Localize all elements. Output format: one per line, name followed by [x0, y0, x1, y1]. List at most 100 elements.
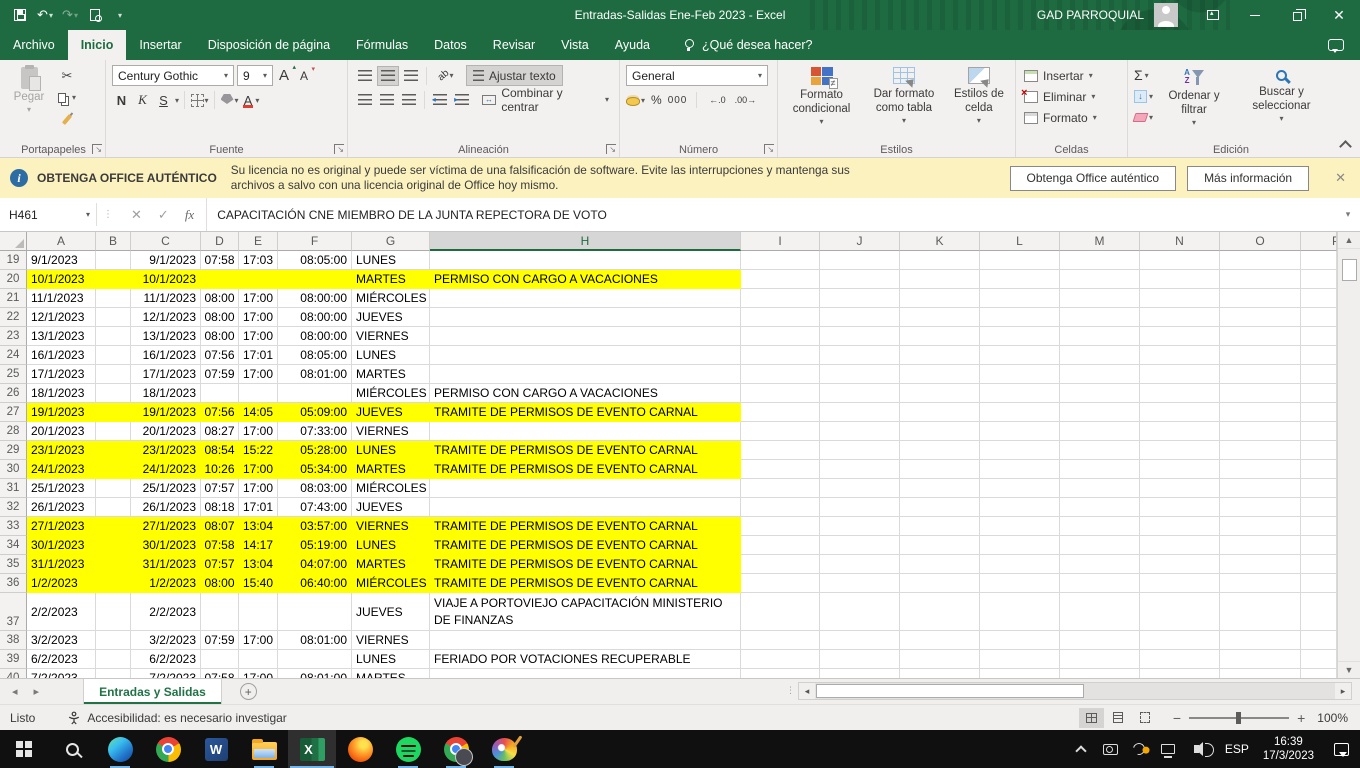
cell-B32[interactable]: [96, 498, 131, 517]
cell-J25[interactable]: [820, 365, 900, 384]
cast-button[interactable]: [1096, 730, 1125, 768]
cell-N40[interactable]: [1140, 669, 1220, 678]
merge-center-button[interactable]: ↔Combinar y centrar▾: [478, 89, 613, 110]
cell-O25[interactable]: [1220, 365, 1301, 384]
cell-B40[interactable]: [96, 669, 131, 678]
new-sheet-icon[interactable]: +: [240, 683, 257, 700]
cell-O40[interactable]: [1220, 669, 1301, 678]
delete-cells-button[interactable]: Eliminar▾: [1022, 86, 1121, 107]
cell-I25[interactable]: [741, 365, 820, 384]
cell-F21[interactable]: 08:00:00: [278, 289, 352, 308]
column-header-L[interactable]: L: [980, 232, 1060, 251]
cell-K21[interactable]: [900, 289, 980, 308]
customize-qat-button[interactable]: ▾: [108, 3, 132, 27]
taskbar-excel-button[interactable]: [288, 730, 336, 768]
cell-B19[interactable]: [96, 251, 131, 270]
cell-I32[interactable]: [741, 498, 820, 517]
cell-H37[interactable]: VIAJE A PORTOVIEJO CAPACITACIÓN MINISTER…: [430, 593, 741, 631]
cell-J38[interactable]: [820, 631, 900, 650]
cell-K27[interactable]: [900, 403, 980, 422]
number-format-combo[interactable]: General▾: [626, 65, 768, 86]
cell-O31[interactable]: [1220, 479, 1301, 498]
cell-M25[interactable]: [1060, 365, 1140, 384]
cell-K39[interactable]: [900, 650, 980, 669]
cell-N31[interactable]: [1140, 479, 1220, 498]
cell-C40[interactable]: 7/2/2023: [131, 669, 201, 678]
cell-O23[interactable]: [1220, 327, 1301, 346]
cell-K26[interactable]: [900, 384, 980, 403]
cell-K28[interactable]: [900, 422, 980, 441]
column-header-A[interactable]: A: [27, 232, 96, 251]
cell-F33[interactable]: 03:57:00: [278, 517, 352, 536]
cell-G39[interactable]: LUNES: [352, 650, 430, 669]
cell-O38[interactable]: [1220, 631, 1301, 650]
cell-J27[interactable]: [820, 403, 900, 422]
cell-M30[interactable]: [1060, 460, 1140, 479]
prev-sheet-icon[interactable]: ◂: [12, 685, 18, 698]
horizontal-scroll-thumb[interactable]: [816, 684, 1084, 698]
cell-N21[interactable]: [1140, 289, 1220, 308]
cell-E37[interactable]: [239, 593, 278, 631]
tab-ayuda[interactable]: Ayuda: [602, 30, 663, 60]
cell-J32[interactable]: [820, 498, 900, 517]
cell-N39[interactable]: [1140, 650, 1220, 669]
cell-M38[interactable]: [1060, 631, 1140, 650]
cell-D21[interactable]: 08:00: [201, 289, 239, 308]
network-button[interactable]: [1154, 730, 1183, 768]
cell-E40[interactable]: 17:00: [239, 669, 278, 678]
cell-P31[interactable]: [1301, 479, 1337, 498]
cell-J37[interactable]: [820, 593, 900, 631]
taskbar-chrome-button[interactable]: [144, 730, 192, 768]
cell-G19[interactable]: LUNES: [352, 251, 430, 270]
cell-G26[interactable]: MIÉRCOLES: [352, 384, 430, 403]
language-indicator[interactable]: ESP: [1219, 730, 1255, 768]
row-header-27[interactable]: 27: [0, 403, 27, 422]
cell-A29[interactable]: 23/1/2023: [27, 441, 96, 460]
column-header-M[interactable]: M: [1060, 232, 1140, 251]
cell-P21[interactable]: [1301, 289, 1337, 308]
cell-P39[interactable]: [1301, 650, 1337, 669]
cell-D30[interactable]: 10:26: [201, 460, 239, 479]
zoom-slider-thumb[interactable]: [1236, 712, 1241, 724]
cell-G36[interactable]: MIÉRCOLES: [352, 574, 430, 593]
tab-disposicion[interactable]: Disposición de página: [195, 30, 343, 60]
cell-D36[interactable]: 08:00: [201, 574, 239, 593]
cell-D34[interactable]: 07:58: [201, 536, 239, 555]
cell-B20[interactable]: [96, 270, 131, 289]
cell-O33[interactable]: [1220, 517, 1301, 536]
cell-H28[interactable]: [430, 422, 741, 441]
tab-revisar[interactable]: Revisar: [480, 30, 548, 60]
cell-K40[interactable]: [900, 669, 980, 678]
cell-I23[interactable]: [741, 327, 820, 346]
cell-E28[interactable]: 17:00: [239, 422, 278, 441]
cell-J30[interactable]: [820, 460, 900, 479]
cell-I19[interactable]: [741, 251, 820, 270]
cell-A33[interactable]: 27/1/2023: [27, 517, 96, 536]
cell-F38[interactable]: 08:01:00: [278, 631, 352, 650]
cell-H29[interactable]: TRAMITE DE PERMISOS DE EVENTO CARNAL: [430, 441, 741, 460]
cell-J28[interactable]: [820, 422, 900, 441]
cell-L32[interactable]: [980, 498, 1060, 517]
cell-O19[interactable]: [1220, 251, 1301, 270]
cell-A37[interactable]: 2/2/2023: [27, 593, 96, 631]
cell-E25[interactable]: 17:00: [239, 365, 278, 384]
taskbar-paint-button[interactable]: [480, 730, 528, 768]
cell-M20[interactable]: [1060, 270, 1140, 289]
cell-G28[interactable]: VIERNES: [352, 422, 430, 441]
cell-K29[interactable]: [900, 441, 980, 460]
cell-H40[interactable]: [430, 669, 741, 678]
cell-F31[interactable]: 08:03:00: [278, 479, 352, 498]
save-button[interactable]: [8, 3, 32, 27]
cell-K22[interactable]: [900, 308, 980, 327]
cell-N26[interactable]: [1140, 384, 1220, 403]
cell-M34[interactable]: [1060, 536, 1140, 555]
cell-B39[interactable]: [96, 650, 131, 669]
cell-O24[interactable]: [1220, 346, 1301, 365]
cell-I27[interactable]: [741, 403, 820, 422]
cell-C26[interactable]: 18/1/2023: [131, 384, 201, 403]
normal-view-button[interactable]: [1079, 708, 1104, 728]
cell-N24[interactable]: [1140, 346, 1220, 365]
row-header-24[interactable]: 24: [0, 346, 27, 365]
row-header-28[interactable]: 28: [0, 422, 27, 441]
cell-H25[interactable]: [430, 365, 741, 384]
